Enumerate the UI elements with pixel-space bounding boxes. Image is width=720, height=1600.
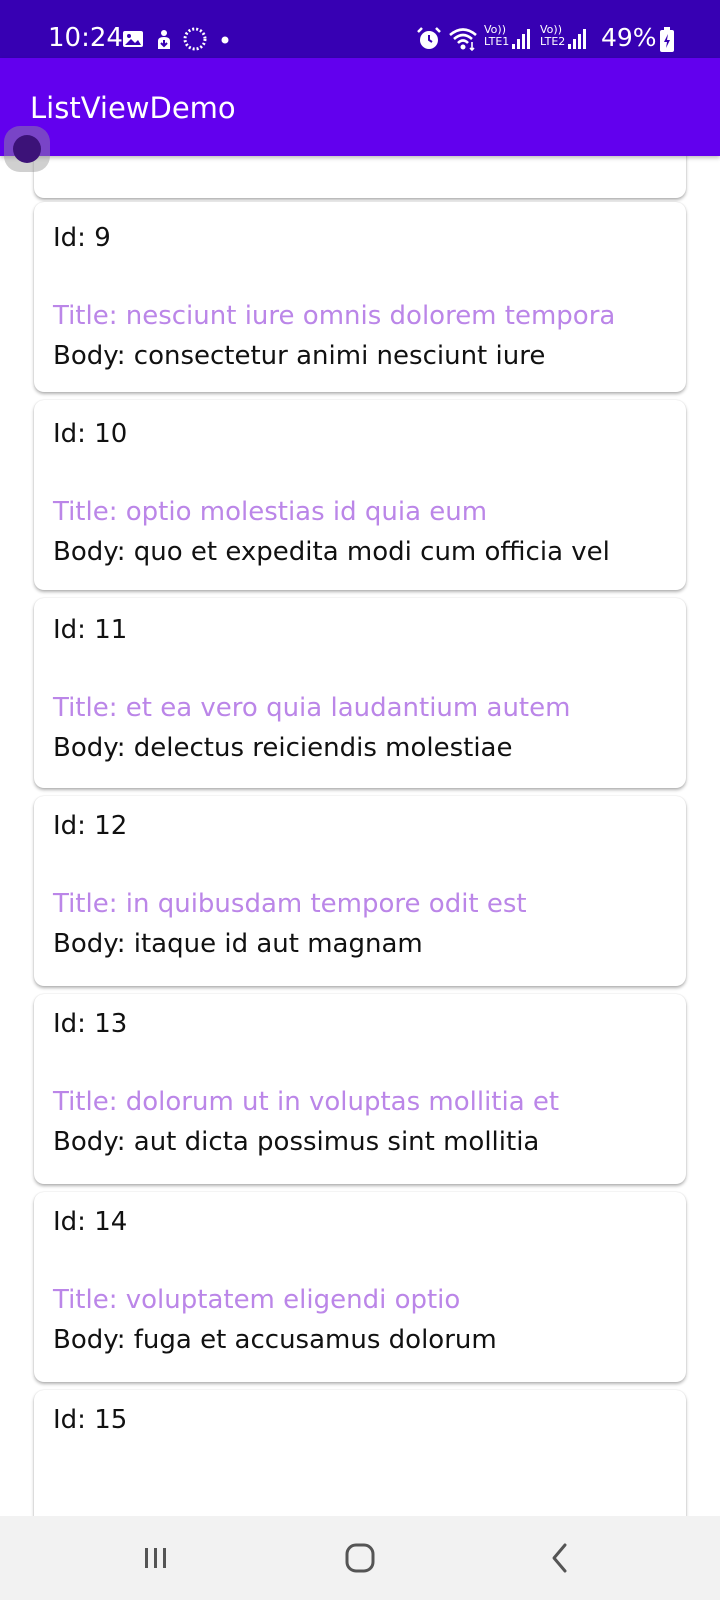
list-item-previous[interactable]	[34, 156, 686, 198]
app-bar: ListViewDemo	[0, 58, 720, 156]
lte2-signal-icon: Vo)) LTE2	[540, 24, 586, 54]
list-item[interactable]: Id: 14 Title: voluptatem eligendi optio …	[34, 1192, 686, 1382]
back-icon[interactable]	[530, 1534, 590, 1582]
loading-icon	[183, 27, 207, 51]
item-title: Title: voluptatem eligendi optio	[53, 1285, 461, 1315]
item-body: Body: delectus reiciendis molestiae	[53, 733, 513, 763]
item-id: Id: 9	[53, 223, 111, 253]
phone-screen: 10:24 Vo)) LTE1 Vo)) LTE2 49% ListViewDe…	[0, 0, 720, 1600]
item-id: Id: 10	[53, 419, 128, 449]
list-item[interactable]: Id: 11 Title: et ea vero quia laudantium…	[34, 598, 686, 788]
status-time: 10:24	[48, 23, 123, 53]
lte1-signal-icon: Vo)) LTE1	[484, 24, 530, 54]
item-id: Id: 11	[53, 615, 128, 645]
list-item[interactable]: Id: 9 Title: nesciunt iure omnis dolorem…	[34, 202, 686, 392]
item-id: Id: 13	[53, 1009, 128, 1039]
item-body: Body: aut dicta possimus sint mollitia	[53, 1127, 540, 1157]
image-icon	[123, 31, 143, 47]
item-id: Id: 12	[53, 811, 128, 841]
item-body: Body: fuga et accusamus dolorum	[53, 1325, 497, 1355]
item-title: Title: nesciunt iure omnis dolorem tempo…	[53, 301, 616, 331]
post-list[interactable]: Id: 9 Title: nesciunt iure omnis dolorem…	[0, 156, 720, 1516]
list-item[interactable]: Id: 12 Title: in quibusdam tempore odit …	[34, 796, 686, 986]
home-icon[interactable]	[330, 1534, 390, 1582]
item-id: Id: 14	[53, 1207, 128, 1237]
battery-charging-icon	[660, 27, 674, 52]
navigation-bar	[0, 1516, 720, 1600]
bubble-dot-icon	[13, 135, 41, 163]
item-title: Title: in quibusdam tempore odit est	[53, 889, 527, 919]
item-body: Body: quo et expedita modi cum officia v…	[53, 537, 610, 567]
item-body: Body: consectetur animi nesciunt iure	[53, 341, 546, 371]
battery-level: 49%	[601, 23, 657, 52]
lte1-label: LTE1	[484, 35, 510, 48]
item-title: Title: et ea vero quia laudantium autem	[53, 693, 571, 723]
app-title: ListViewDemo	[30, 91, 236, 125]
item-id: Id: 15	[53, 1405, 128, 1435]
recent-apps-icon[interactable]	[126, 1534, 186, 1582]
status-bar: 10:24 Vo)) LTE1 Vo)) LTE2 49%	[0, 0, 720, 58]
item-body: Body: itaque id aut magnam	[53, 929, 423, 959]
list-item[interactable]: Id: 10 Title: optio molestias id quia eu…	[34, 400, 686, 590]
wifi-icon	[449, 28, 477, 52]
alarm-icon	[417, 27, 441, 49]
list-item[interactable]: Id: 13 Title: dolorum ut in voluptas mol…	[34, 994, 686, 1184]
item-title: Title: dolorum ut in voluptas mollitia e…	[53, 1087, 560, 1117]
list-item[interactable]: Id: 15	[34, 1390, 686, 1516]
lte2-label: LTE2	[540, 35, 566, 48]
dot-icon	[221, 36, 229, 44]
item-title: Title: optio molestias id quia eum	[53, 497, 488, 527]
floating-bubble-button[interactable]	[4, 126, 50, 172]
download-icon	[158, 30, 170, 49]
